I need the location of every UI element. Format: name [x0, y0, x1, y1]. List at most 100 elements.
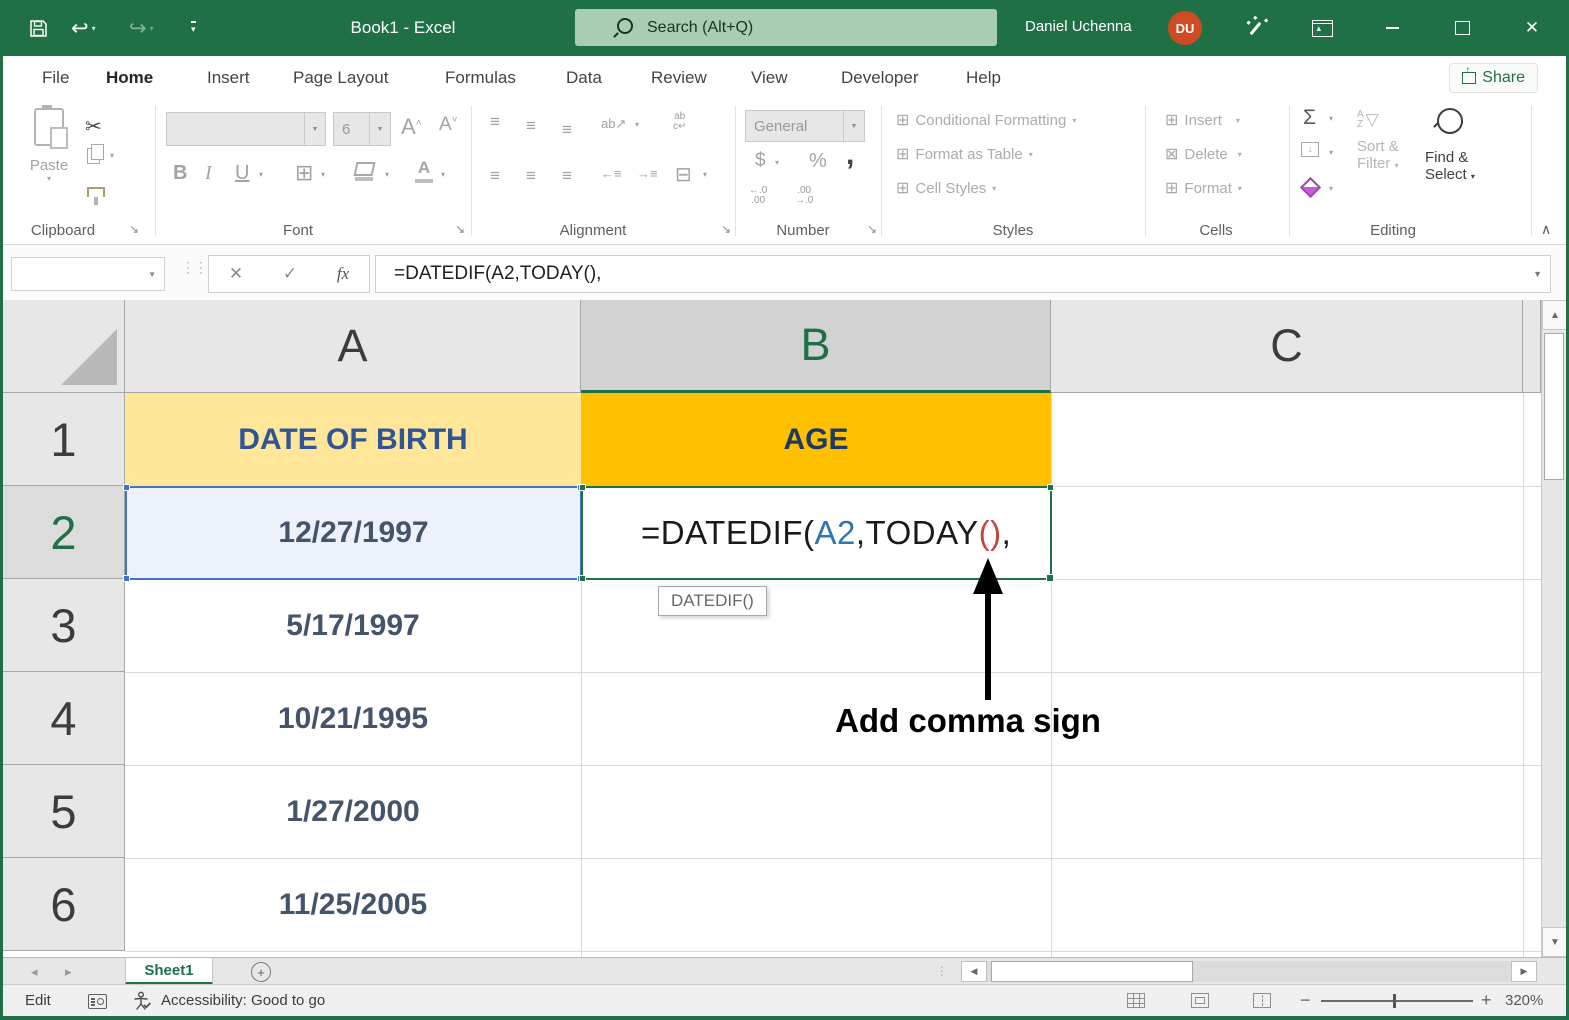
decrease-decimal-button[interactable]: .00→.0 [795, 186, 813, 206]
cut-button[interactable]: ✂ [85, 114, 102, 139]
bottom-align-button[interactable]: ≡ [562, 120, 572, 140]
fill-handle[interactable] [1046, 574, 1054, 582]
zoom-level[interactable]: 320% [1505, 992, 1543, 1009]
row-header-2[interactable]: 2 [3, 486, 125, 579]
clear-button[interactable] [1303, 180, 1318, 200]
close-button[interactable]: ✕ [1508, 0, 1556, 56]
search-box[interactable]: Search (Alt+Q) [575, 9, 997, 46]
row-header-6[interactable]: 6 [3, 858, 125, 951]
maximize-button[interactable] [1438, 0, 1486, 56]
minimize-button[interactable] [1368, 0, 1416, 56]
drag-handle-icon[interactable]: ⋮ [936, 958, 948, 985]
column-header-b[interactable]: B [581, 300, 1051, 393]
column-header-a[interactable]: A [125, 300, 581, 393]
enter-button[interactable]: ✓ [283, 264, 297, 284]
column-header-c[interactable]: C [1051, 300, 1523, 393]
tab-insert[interactable]: Insert [207, 56, 250, 100]
cell-a2[interactable]: 12/27/1997 [125, 486, 582, 580]
format-cells-button[interactable]: ⊞ Format ▾ [1165, 178, 1242, 198]
merge-center-button[interactable]: ⊟ [675, 162, 692, 187]
tab-page-layout[interactable]: Page Layout [293, 56, 388, 100]
cell-b1[interactable]: AGE [581, 393, 1051, 486]
normal-view-button[interactable] [1127, 993, 1145, 1008]
cell-a4[interactable]: 10/21/1995 [125, 672, 581, 765]
decrease-indent-button[interactable]: ←≡ [601, 166, 622, 181]
font-color-button[interactable]: A [415, 158, 433, 183]
zoom-slider-track[interactable] [1321, 1000, 1473, 1002]
middle-align-button[interactable]: ≡ [526, 116, 536, 136]
format-painter-button[interactable] [87, 184, 105, 202]
paste-button[interactable]: Paste ▾ [23, 108, 75, 183]
borders-button[interactable]: ⊞ [295, 160, 313, 186]
collapse-ribbon-button[interactable]: ∧ [1541, 221, 1551, 238]
alignment-dialog-launcher[interactable]: ↘ [721, 222, 731, 236]
drag-handle-icon[interactable]: ⋮⋮ [181, 259, 207, 276]
insert-cells-button[interactable]: ⊞ Insert ▾ [1165, 110, 1240, 130]
name-box[interactable]: ▼ [11, 257, 165, 291]
vertical-scrollbar-thumb[interactable] [1544, 333, 1564, 480]
avatar[interactable]: DU [1168, 11, 1202, 45]
increase-font-size-button[interactable]: A˄ [401, 114, 422, 140]
cancel-button[interactable]: ✕ [229, 264, 243, 284]
format-as-table-button[interactable]: ⊞ Format as Table ▾ [896, 144, 1033, 164]
top-align-button[interactable]: ≡ [490, 112, 500, 132]
scroll-down-button[interactable]: ▼ [1542, 927, 1566, 957]
tab-file[interactable]: File [42, 56, 69, 100]
zoom-in-button[interactable]: + [1481, 990, 1492, 1011]
scroll-right-button[interactable]: ▶ [1511, 961, 1537, 982]
undo-button[interactable]: ↩▾ [71, 0, 96, 56]
number-dialog-launcher[interactable]: ↘ [867, 222, 877, 236]
tab-review[interactable]: Review [651, 56, 707, 100]
customize-quick-access-button[interactable]: ▾ [191, 0, 196, 56]
cell-a5[interactable]: 1/27/2000 [125, 765, 581, 858]
find-select-button[interactable]: Find & Select ▾ [1425, 108, 1475, 183]
accessibility-checker-button[interactable] [133, 991, 151, 1015]
italic-button[interactable]: I [205, 162, 212, 185]
font-dialog-launcher[interactable]: ↘ [455, 222, 465, 236]
cell-a3[interactable]: 5/17/1997 [125, 579, 581, 672]
column-header-partial[interactable] [1523, 300, 1541, 393]
fill-color-button[interactable] [355, 162, 374, 181]
save-button[interactable] [29, 0, 48, 56]
comma-format-button[interactable]: , [846, 138, 854, 172]
tab-home[interactable]: Home [106, 56, 153, 104]
share-button[interactable]: Share [1449, 63, 1538, 93]
align-left-button[interactable]: ≡ [490, 166, 500, 186]
cell-styles-button[interactable]: ⊞ Cell Styles ▾ [896, 178, 996, 198]
tab-developer[interactable]: Developer [841, 56, 919, 100]
fill-button[interactable]: ↓ [1301, 142, 1319, 157]
orientation-button[interactable]: ab↗ [601, 116, 626, 132]
tab-help[interactable]: Help [966, 56, 1001, 100]
align-center-button[interactable]: ≡ [526, 166, 536, 186]
page-layout-view-button[interactable] [1191, 993, 1209, 1008]
ribbon-display-options-button[interactable] [1298, 0, 1346, 56]
zoom-out-button[interactable]: − [1300, 990, 1311, 1011]
insert-function-button[interactable]: fx [337, 264, 349, 284]
tab-view[interactable]: View [751, 56, 788, 100]
row-header-3[interactable]: 3 [3, 579, 125, 672]
macro-record-button[interactable] [88, 994, 107, 1013]
selection-handle[interactable] [579, 484, 586, 491]
conditional-formatting-button[interactable]: ⊞ Conditional Formatting ▾ [896, 110, 1076, 130]
page-break-preview-button[interactable] [1253, 993, 1271, 1008]
tab-formulas[interactable]: Formulas [445, 56, 516, 100]
next-sheet-button[interactable]: ▸ [65, 958, 72, 985]
new-sheet-button[interactable]: + [251, 962, 271, 982]
bold-button[interactable]: B [173, 162, 187, 185]
select-all-button[interactable] [3, 300, 125, 393]
vertical-scrollbar[interactable]: ▲ ▼ [1541, 300, 1566, 957]
delete-cells-button[interactable]: ⊠ Delete ▾ [1165, 144, 1242, 164]
tab-data[interactable]: Data [566, 56, 602, 100]
previous-sheet-button[interactable]: ◂ [31, 958, 38, 985]
coming-soon-button[interactable] [1231, 0, 1279, 56]
wrap-text-button[interactable]: abc↵ [673, 112, 686, 132]
redo-button[interactable]: ↪▾ [129, 0, 154, 56]
row-header-4[interactable]: 4 [3, 672, 125, 765]
cell-a6[interactable]: 11/25/2005 [125, 858, 581, 951]
cell-a1[interactable]: DATE OF BIRTH [125, 393, 581, 486]
zoom-slider-thumb[interactable] [1393, 994, 1396, 1008]
autosum-button[interactable]: Σ [1303, 106, 1316, 130]
sheet-tab-active[interactable]: Sheet1 [125, 958, 213, 985]
align-right-button[interactable]: ≡ [562, 166, 572, 186]
clipboard-dialog-launcher[interactable]: ↘ [129, 222, 139, 236]
